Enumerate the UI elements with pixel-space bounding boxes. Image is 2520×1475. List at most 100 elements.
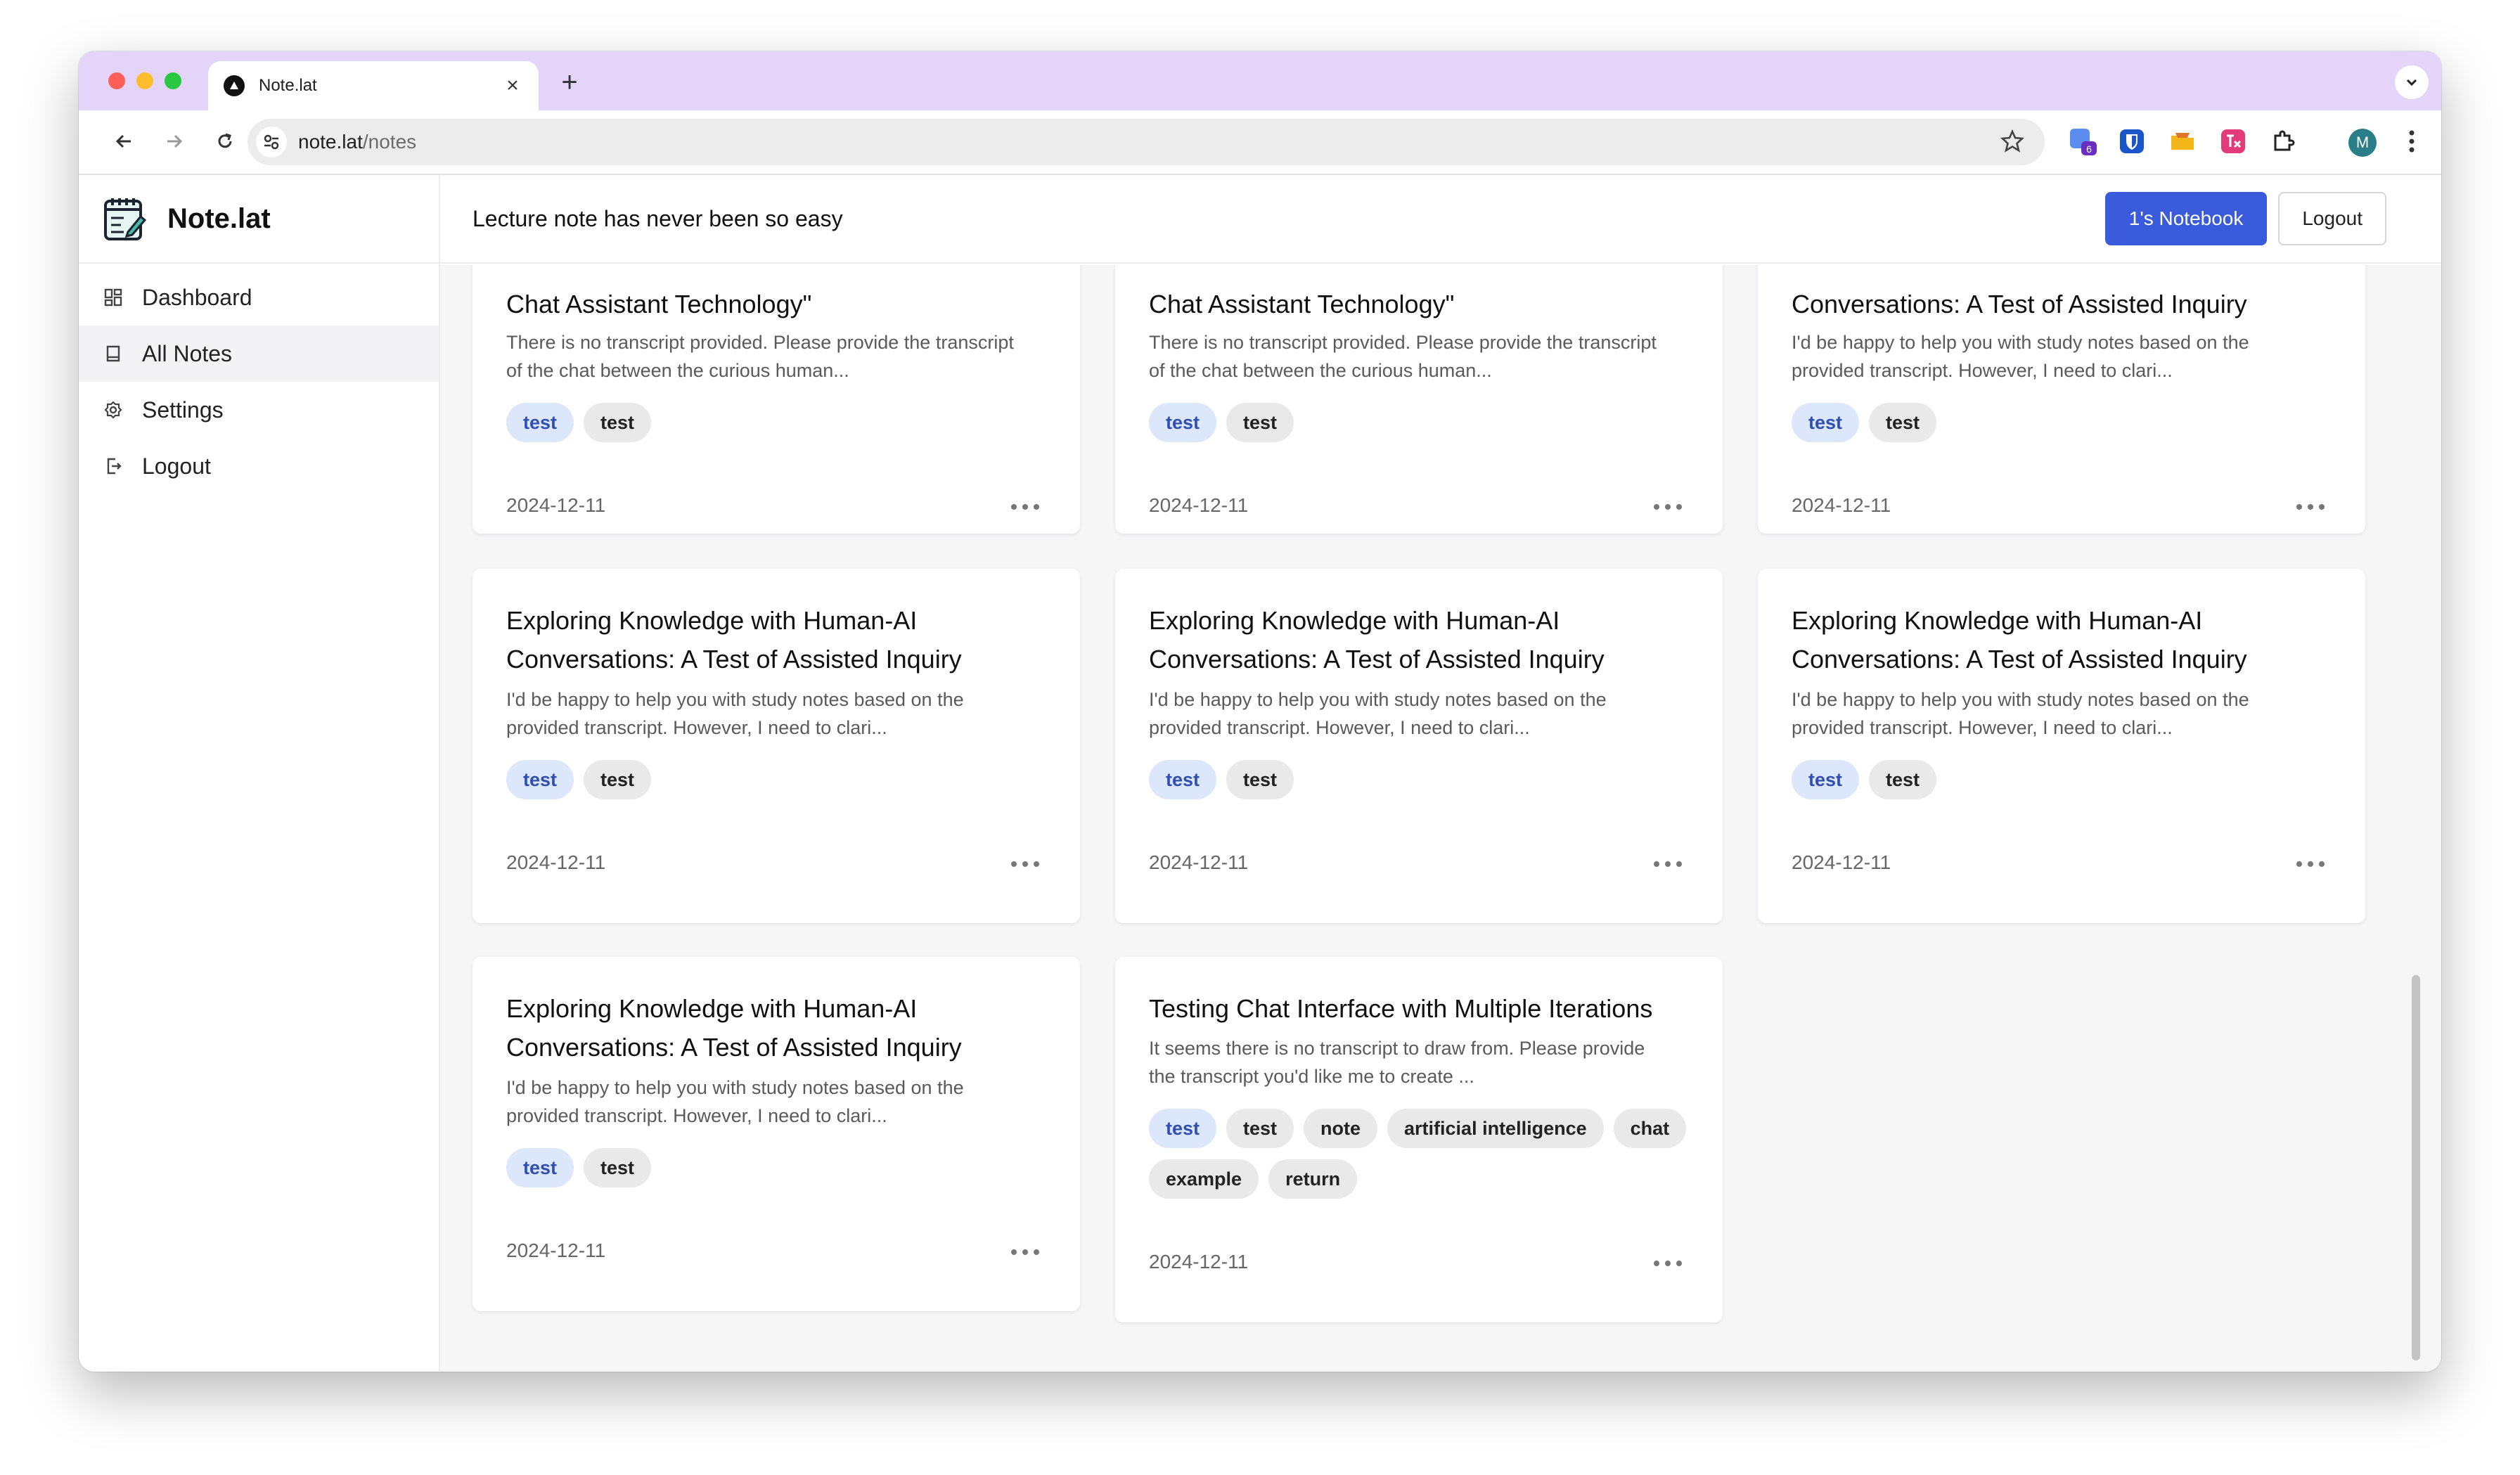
tag-chip[interactable]: test xyxy=(1226,760,1294,799)
forward-button[interactable] xyxy=(158,124,191,158)
note-card[interactable]: Exploring Knowledge with Human-AI Conver… xyxy=(472,957,1080,1311)
gear-icon xyxy=(103,399,124,420)
note-card[interactable]: Exploring Knowledge with Human-AI Conver… xyxy=(1115,569,1723,923)
note-card[interactable]: Chat Assistant Technology" There is no t… xyxy=(472,265,1080,534)
translate-extension-icon[interactable]: 6 xyxy=(2067,126,2098,157)
more-options-icon[interactable] xyxy=(2296,500,2325,514)
tag-chip[interactable]: test xyxy=(506,1148,574,1187)
chevron-down-icon xyxy=(2406,79,2417,86)
note-desc-line: provided transcript. However, I need to … xyxy=(1792,360,2173,381)
note-date: 2024-12-11 xyxy=(1149,1251,1249,1273)
tab-title: Note.lat xyxy=(259,76,317,95)
note-date: 2024-12-11 xyxy=(1792,851,1891,873)
note-date: 2024-12-11 xyxy=(506,851,606,873)
tag-chip[interactable]: chat xyxy=(1613,1109,1687,1148)
extensions-puzzle-icon[interactable] xyxy=(2268,126,2299,157)
more-options-icon[interactable] xyxy=(1654,1256,1682,1270)
tag-list: test test xyxy=(1149,760,1704,811)
sidebar-item-logout[interactable]: Logout xyxy=(79,438,439,494)
tag-chip[interactable]: note xyxy=(1304,1109,1378,1148)
tag-chip[interactable]: test xyxy=(1869,403,1937,442)
pink-extension-icon[interactable] xyxy=(2218,126,2249,157)
logout-button[interactable]: Logout xyxy=(2278,192,2386,245)
bitwarden-shield-icon[interactable] xyxy=(2116,126,2147,157)
tag-chip[interactable]: test xyxy=(1792,403,1860,442)
bookmark-star-icon[interactable] xyxy=(2000,129,2025,157)
tab-close-icon[interactable]: × xyxy=(502,74,523,98)
sidebar-item-label: Dashboard xyxy=(142,284,252,310)
tag-chip[interactable]: return xyxy=(1268,1159,1358,1199)
note-title-line: Exploring Knowledge with Human-AI xyxy=(506,606,918,635)
more-options-icon[interactable] xyxy=(1011,500,1039,514)
more-options-icon[interactable] xyxy=(1654,857,1682,871)
reload-button[interactable] xyxy=(208,124,242,158)
address-bar[interactable]: note.lat/notes xyxy=(248,119,2045,165)
note-title: Chat Assistant Technology" xyxy=(506,290,812,318)
tag-chip[interactable]: test xyxy=(506,760,574,799)
profile-avatar[interactable]: M xyxy=(2348,129,2377,157)
browser-window: Note.lat × + note.lat/notes 6 M Note.lat… xyxy=(79,51,2441,1372)
note-desc-line: I'd be happy to help you with study note… xyxy=(506,1077,964,1098)
note-date: 2024-12-11 xyxy=(1792,494,1891,516)
minimize-window-button[interactable] xyxy=(136,72,153,89)
new-tab-button[interactable]: + xyxy=(553,65,586,99)
tag-chip[interactable]: test xyxy=(1226,1109,1294,1148)
folder-extension-icon[interactable] xyxy=(2167,126,2198,157)
tag-chip[interactable]: test xyxy=(584,760,652,799)
tag-chip[interactable]: example xyxy=(1149,1159,1259,1199)
sidebar-item-label: Logout xyxy=(142,453,211,479)
tag-chip[interactable]: artificial intelligence xyxy=(1387,1109,1604,1148)
note-card[interactable]: Chat Assistant Technology" There is no t… xyxy=(1115,265,1723,534)
note-title: Chat Assistant Technology" xyxy=(1149,290,1455,318)
tag-chip[interactable]: test xyxy=(1792,760,1860,799)
note-desc-line: the transcript you'd like me to create .… xyxy=(1149,1066,1474,1087)
brand[interactable]: Note.lat xyxy=(79,175,439,264)
tab-search-button[interactable] xyxy=(2395,65,2429,99)
notebook-button[interactable]: 1's Notebook xyxy=(2104,192,2268,245)
sidebar-item-label: Settings xyxy=(142,397,224,423)
sidebar-item-dashboard[interactable]: Dashboard xyxy=(79,269,439,326)
notes-grid: Chat Assistant Technology" There is no t… xyxy=(440,265,2441,1372)
browser-tab[interactable]: Note.lat × xyxy=(208,61,539,110)
sidebar-item-all-notes[interactable]: All Notes xyxy=(79,326,439,382)
note-card[interactable]: Testing Chat Interface with Multiple Ite… xyxy=(1115,957,1723,1322)
note-title-line: Exploring Knowledge with Human-AI xyxy=(1149,606,1560,635)
note-card[interactable]: Conversations: A Test of Assisted Inquir… xyxy=(1758,265,2365,534)
more-options-icon[interactable] xyxy=(1011,857,1039,871)
tag-chip[interactable]: test xyxy=(1149,1109,1217,1148)
tag-chip[interactable]: test xyxy=(1869,760,1937,799)
note-date: 2024-12-11 xyxy=(506,1239,606,1261)
tag-list: test test xyxy=(506,1148,1062,1199)
maximize-window-button[interactable] xyxy=(165,72,181,89)
tag-chip[interactable]: test xyxy=(584,403,652,442)
tag-list: test test xyxy=(1792,760,2347,811)
note-desc-line: I'd be happy to help you with study note… xyxy=(1792,332,2249,353)
note-desc-line: I'd be happy to help you with study note… xyxy=(1149,689,1607,710)
site-settings-icon[interactable] xyxy=(256,127,287,157)
more-options-icon[interactable] xyxy=(1654,500,1682,514)
note-desc-line: There is no transcript provided. Please … xyxy=(1149,332,1657,353)
top-bar: Lecture note has never been so easy 1's … xyxy=(440,175,2441,264)
note-card[interactable]: Exploring Knowledge with Human-AI Conver… xyxy=(1758,569,2365,923)
close-window-button[interactable] xyxy=(108,72,125,89)
sidebar: Note.lat Dashboard All Notes Settings Lo… xyxy=(79,175,440,1372)
more-options-icon[interactable] xyxy=(2296,857,2325,871)
tag-chip[interactable]: test xyxy=(584,1148,652,1187)
favicon-icon xyxy=(224,75,245,96)
extension-badge: 6 xyxy=(2086,143,2092,155)
notebook-logo-icon xyxy=(104,198,146,240)
back-button[interactable] xyxy=(107,124,141,158)
note-title-line: Conversations: A Test of Assisted Inquir… xyxy=(506,1033,962,1062)
note-card[interactable]: Exploring Knowledge with Human-AI Conver… xyxy=(472,569,1080,923)
scrollbar-thumb[interactable] xyxy=(2412,975,2420,1360)
tag-chip[interactable]: test xyxy=(1149,760,1217,799)
kebab-menu-icon[interactable] xyxy=(2396,126,2427,157)
tag-chip[interactable]: test xyxy=(1226,403,1294,442)
more-options-icon[interactable] xyxy=(1011,1245,1039,1259)
tag-chip[interactable]: test xyxy=(506,403,574,442)
note-title: Conversations: A Test of Assisted Inquir… xyxy=(1792,290,2247,318)
notebook-icon xyxy=(103,343,124,364)
scrollbar[interactable] xyxy=(2410,265,2420,1372)
sidebar-item-settings[interactable]: Settings xyxy=(79,382,439,438)
tag-chip[interactable]: test xyxy=(1149,403,1217,442)
